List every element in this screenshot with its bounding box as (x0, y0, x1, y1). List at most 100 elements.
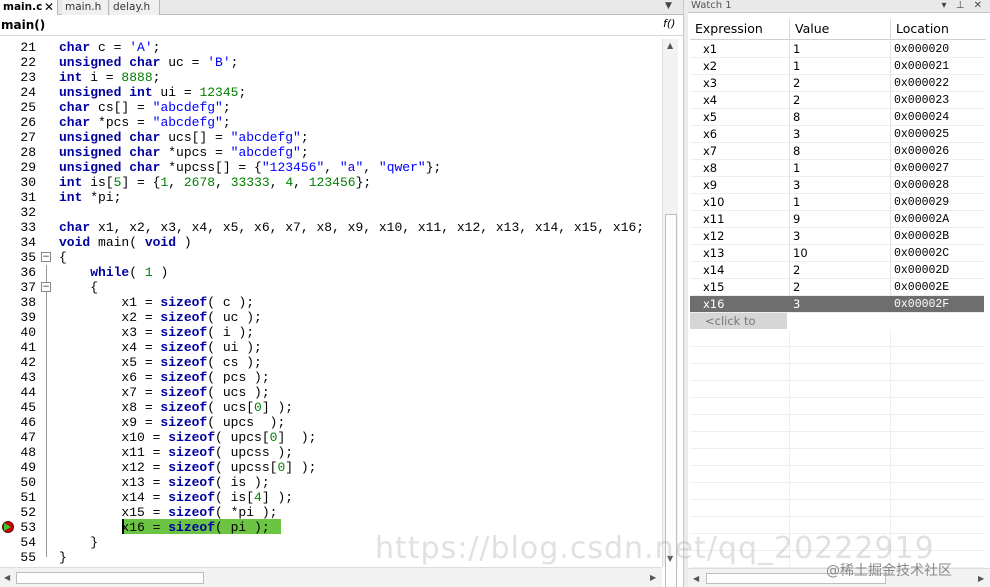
watch-row[interactable]: x5 8 0x000024 (690, 109, 984, 126)
click-to-add-row[interactable]: <click to add> (690, 313, 787, 344)
watch-row[interactable]: x13 10 0x00002C (690, 245, 984, 262)
grid-divider (789, 41, 790, 58)
function-list-icon[interactable]: f() (663, 17, 675, 30)
scroll-left-icon[interactable]: ◀ (4, 573, 10, 582)
watch-row[interactable]: x8 1 0x000027 (690, 160, 984, 177)
code-line[interactable]: 35 { (0, 250, 662, 265)
watch-value: 3 (793, 178, 801, 192)
watch-title-bar: Watch 1 ▾ ⊥ ✕ (688, 0, 990, 13)
code-text: x10 = sizeof( upcs[0] ); (59, 430, 317, 445)
code-line[interactable]: 36 while( 1 ) (0, 265, 662, 280)
vertical-scrollbar[interactable]: ▲ ▼ (662, 39, 678, 587)
watch-expression: x2 (703, 59, 718, 73)
watch-row[interactable]: x4 2 0x000023 (690, 92, 984, 109)
fold-toggle-icon[interactable]: − (41, 282, 51, 292)
watch-expression: x3 (703, 76, 718, 90)
text-cursor (122, 519, 124, 534)
watch-row[interactable]: x12 3 0x00002B (690, 228, 984, 245)
watch-row[interactable]: x11 9 0x00002A (690, 211, 984, 228)
horizontal-scrollbar[interactable]: ◀ ▶ (0, 567, 662, 587)
watch-row[interactable]: x16 3 0x00002F (690, 296, 984, 313)
code-line[interactable]: 40 x3 = sizeof( i ); (0, 325, 662, 340)
watch-row[interactable]: x2 1 0x000021 (690, 58, 984, 75)
code-line[interactable]: 44 x7 = sizeof( ucs ); (0, 385, 662, 400)
code-line[interactable]: 34 void main( void ) (0, 235, 662, 250)
scroll-up-icon[interactable]: ▲ (667, 41, 673, 50)
code-line[interactable]: 22 unsigned char uc = 'B'; (0, 55, 662, 70)
watch-row[interactable]: x9 3 0x000028 (690, 177, 984, 194)
scroll-left-icon[interactable]: ◀ (693, 574, 699, 583)
code-line[interactable]: 45 x8 = sizeof( ucs[0] ); (0, 400, 662, 415)
code-area[interactable]: 21 char c = 'A'; 22 unsigned char uc = 'B';… (0, 39, 662, 567)
code-line[interactable]: 46 x9 = sizeof( upcs ); (0, 415, 662, 430)
grid-divider (890, 58, 891, 75)
watch-expression: x7 (703, 144, 718, 158)
column-header-location[interactable]: Location (891, 19, 986, 40)
line-number: 50 (20, 475, 36, 490)
column-header-value[interactable]: Value (790, 19, 891, 40)
watch-column-header: Expression Value Location (690, 19, 986, 40)
function-name[interactable]: main() (1, 18, 45, 32)
code-line[interactable]: 42 x5 = sizeof( cs ); (0, 355, 662, 370)
code-text: int *pi; (59, 190, 122, 205)
watch-row[interactable]: x1 1 0x000020 (690, 41, 984, 58)
grid-divider (890, 211, 891, 228)
line-number: 27 (20, 130, 36, 145)
code-line[interactable]: 51 x14 = sizeof( is[4] ); (0, 490, 662, 505)
code-line[interactable]: 25 char cs[] = "abcdefg"; (0, 100, 662, 115)
code-line[interactable]: 29 unsigned char *upcss[] = {"123456", "a… (0, 160, 662, 175)
line-number: 33 (20, 220, 36, 235)
watch-row[interactable]: x6 3 0x000025 (690, 126, 984, 143)
code-line[interactable]: 33 char x1, x2, x3, x4, x5, x6, x7, x8, x… (0, 220, 662, 235)
line-number: 26 (20, 115, 36, 130)
watch-value: 2 (793, 263, 801, 277)
watch-location: 0x00002B (894, 230, 950, 243)
code-line[interactable]: 47 x10 = sizeof( upcs[0] ); (0, 430, 662, 445)
code-line[interactable]: 50 x13 = sizeof( is ); (0, 475, 662, 490)
close-icon[interactable]: ✕ (44, 0, 54, 14)
code-line[interactable]: 28 unsigned char *upcs = "abcdefg"; (0, 145, 662, 160)
code-line[interactable]: 26 char *pcs = "abcdefg"; (0, 115, 662, 130)
code-line[interactable]: 31 int *pi; (0, 190, 662, 205)
watch-window-buttons[interactable]: ▾ ⊥ ✕ (942, 0, 985, 12)
watch-row[interactable]: x14 2 0x00002D (690, 262, 984, 279)
line-number: 23 (20, 70, 36, 85)
watch-value: 3 (793, 229, 801, 243)
watch-expression: x15 (703, 280, 725, 294)
grid-divider (789, 194, 790, 211)
fold-toggle-icon[interactable]: − (41, 252, 51, 262)
watch-row[interactable]: x10 1 0x000029 (690, 194, 984, 211)
code-text: int i = 8888; (59, 70, 161, 85)
watch-row[interactable]: x7 8 0x000026 (690, 143, 984, 160)
tab-delay-h[interactable]: delay.h (110, 0, 160, 15)
line-number: 22 (20, 55, 36, 70)
code-line[interactable]: 21 char c = 'A'; (0, 40, 662, 55)
code-line[interactable]: 49 x12 = sizeof( upcss[0] ); (0, 460, 662, 475)
watch-location: 0x000029 (894, 196, 950, 209)
scrollbar-thumb[interactable] (16, 572, 204, 584)
chevron-down-icon[interactable]: ▼ (665, 1, 672, 11)
current-execution-arrow-icon (4, 523, 11, 531)
watch-row[interactable]: x3 2 0x000022 (690, 75, 984, 92)
line-number: 44 (20, 385, 36, 400)
watch-row[interactable]: x15 2 0x00002E (690, 279, 984, 296)
line-number: 30 (20, 175, 36, 190)
scroll-right-icon[interactable]: ▶ (650, 573, 656, 582)
code-line[interactable]: 48 x11 = sizeof( upcss ); (0, 445, 662, 460)
code-line[interactable]: 27 unsigned char ucs[] = "abcdefg"; (0, 130, 662, 145)
column-header-expression[interactable]: Expression (690, 19, 790, 40)
code-line[interactable]: 39 x2 = sizeof( uc ); (0, 310, 662, 325)
code-line[interactable]: 43 x6 = sizeof( pcs ); (0, 370, 662, 385)
watch-location: 0x000022 (894, 77, 950, 90)
code-line[interactable]: 24 unsigned int ui = 12345; (0, 85, 662, 100)
grid-divider (789, 126, 790, 143)
scroll-right-icon[interactable]: ▶ (978, 574, 984, 583)
code-line[interactable]: 32 (0, 205, 662, 220)
code-line[interactable]: 30 int is[5] = {1, 2678, 33333, 4, 123456… (0, 175, 662, 190)
code-line[interactable]: 41 x4 = sizeof( ui ); (0, 340, 662, 355)
code-line[interactable]: 52 x15 = sizeof( *pi ); (0, 505, 662, 520)
tab-main-h[interactable]: main.h (62, 0, 109, 15)
code-line[interactable]: 38 x1 = sizeof( c ); (0, 295, 662, 310)
code-line[interactable]: 37 { (0, 280, 662, 295)
code-line[interactable]: 23 int i = 8888; (0, 70, 662, 85)
